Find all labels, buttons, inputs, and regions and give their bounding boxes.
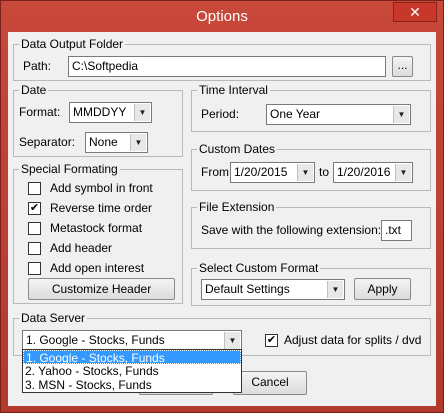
checkbox[interactable] xyxy=(28,222,41,235)
date-format-select[interactable]: MMDDYY ▼ xyxy=(69,102,152,123)
chevron-down-icon[interactable]: ▼ xyxy=(134,104,150,121)
group-title: File Extension xyxy=(197,200,277,214)
group-title: Data Server xyxy=(19,311,88,325)
formating-option-label: Reverse time order xyxy=(50,201,153,215)
formating-option-label: Add header xyxy=(50,241,113,255)
formating-option-label: Add symbol in front xyxy=(50,181,153,195)
window-title: Options xyxy=(196,8,248,25)
checkbox[interactable] xyxy=(28,242,41,255)
custom-format-value: Default Settings xyxy=(205,282,290,296)
group-title: Time Interval xyxy=(197,83,270,97)
dropdown-option-msn[interactable]: 3. MSN - Stocks, Funds xyxy=(23,378,241,392)
group-title: Custom Dates xyxy=(197,142,278,156)
formating-option-label: Metastock format xyxy=(50,221,143,235)
from-label: From: xyxy=(201,165,233,179)
separator-value: None xyxy=(89,135,118,149)
checkbox[interactable] xyxy=(28,182,41,195)
from-date-picker[interactable]: 1/20/2015 ▼ xyxy=(230,162,315,183)
period-value: One Year xyxy=(270,107,321,121)
group-title: Select Custom Format xyxy=(197,261,321,275)
dropdown-option-yahoo[interactable]: 2. Yahoo - Stocks, Funds xyxy=(23,364,241,378)
to-date-value: 1/20/2016 xyxy=(337,165,391,179)
chevron-down-icon[interactable]: ▼ xyxy=(327,281,343,298)
chevron-down-icon[interactable]: ▼ xyxy=(297,164,313,181)
period-select[interactable]: One Year ▼ xyxy=(266,104,411,125)
close-icon[interactable]: ✕ xyxy=(393,2,437,22)
chevron-down-icon[interactable]: ▼ xyxy=(393,106,409,123)
path-input[interactable]: C:\Softpedia xyxy=(68,56,386,77)
adjust-splits-checkbox[interactable]: ✔ xyxy=(265,334,278,347)
data-server-select[interactable]: 1. Google - Stocks, Funds ▼ xyxy=(22,330,242,351)
cancel-button[interactable]: Cancel xyxy=(233,371,307,395)
group-title: Special Formating xyxy=(19,162,120,176)
apply-button[interactable]: Apply xyxy=(354,278,411,300)
date-format-value: MMDDYY xyxy=(73,105,127,119)
chevron-down-icon[interactable]: ▼ xyxy=(395,164,411,181)
format-label: Format: xyxy=(19,105,61,119)
browse-button[interactable]: ... xyxy=(392,56,413,77)
data-server-dropdown-list: 1. Google - Stocks, Funds 2. Yahoo - Sto… xyxy=(22,349,242,393)
title-bar[interactable]: Options ✕ xyxy=(1,1,443,32)
checkbox[interactable] xyxy=(28,262,41,275)
from-date-value: 1/20/2015 xyxy=(234,165,288,179)
separator-label: Separator: xyxy=(19,135,76,149)
formating-option-label: Add open interest xyxy=(50,261,145,275)
to-date-picker[interactable]: 1/20/2016 ▼ xyxy=(333,162,413,183)
period-label: Period: xyxy=(201,107,240,121)
extension-input[interactable]: .txt xyxy=(381,220,412,241)
chevron-down-icon[interactable]: ▼ xyxy=(224,332,240,349)
chevron-down-icon[interactable]: ▼ xyxy=(130,134,146,151)
customize-header-button[interactable]: Customize Header xyxy=(28,278,175,300)
dropdown-option-google[interactable]: 1. Google - Stocks, Funds xyxy=(23,350,241,365)
checkbox-checked[interactable]: ✔ xyxy=(28,202,41,215)
to-label: to xyxy=(319,165,330,179)
group-title: Data Output Folder xyxy=(19,37,126,51)
path-label: Path: xyxy=(23,59,52,73)
separator-select[interactable]: None ▼ xyxy=(85,132,148,153)
custom-format-select[interactable]: Default Settings ▼ xyxy=(201,279,345,300)
adjust-splits-label: Adjust data for splits / dvd xyxy=(284,333,422,347)
group-title: Date xyxy=(19,83,49,97)
extension-label: Save with the following extension: xyxy=(201,223,382,237)
data-server-value: 1. Google - Stocks, Funds xyxy=(26,333,165,347)
options-window: Options ✕ Data Output Folder Path: C:\So… xyxy=(0,0,444,413)
